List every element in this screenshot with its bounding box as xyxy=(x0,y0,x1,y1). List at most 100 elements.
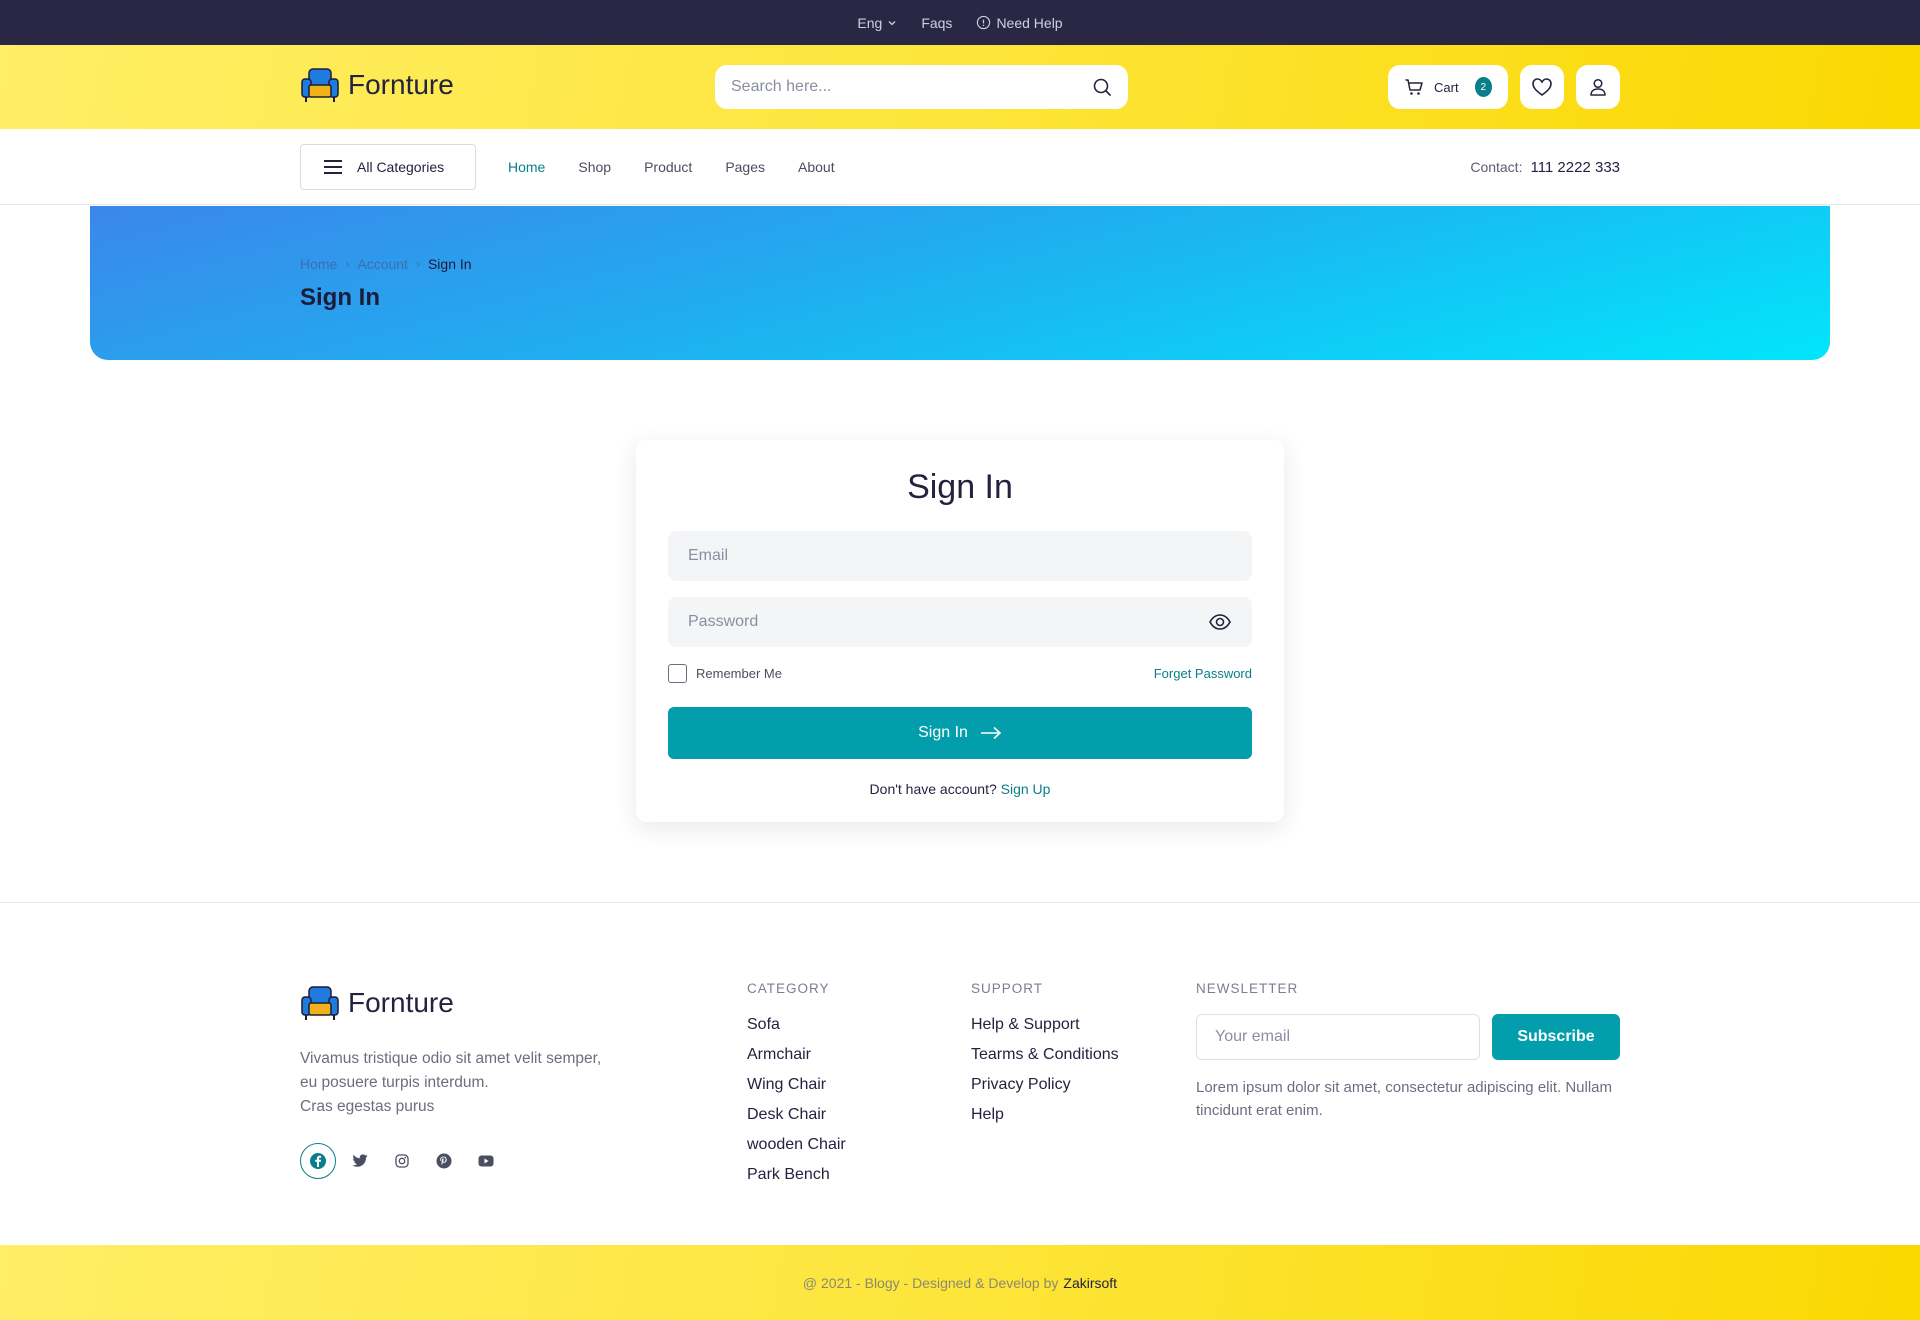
footer-support-title: SUPPORT xyxy=(971,981,1044,996)
eye-icon[interactable] xyxy=(1208,610,1232,634)
footer-support-link[interactable]: Help & Support xyxy=(971,1014,1119,1044)
newsletter-description: Lorem ipsum dolor sit amet, consectetur … xyxy=(1196,1079,1613,1119)
signin-card: Sign In Remember Me Forget Password Sign… xyxy=(636,440,1284,822)
footer-newsletter-column: NEWSLETTER Subscribe Lorem ipsum dolor s… xyxy=(1196,981,1626,1122)
breadcrumb-current: Sign In xyxy=(427,256,472,272)
chevron-down-icon xyxy=(887,18,897,28)
signin-button-label: Sign In xyxy=(918,724,968,741)
remember-me-label: Remember Me xyxy=(696,665,782,681)
heart-icon xyxy=(1531,76,1553,98)
footer-support-link[interactable]: Privacy Policy xyxy=(971,1074,1119,1104)
subscribe-button[interactable]: Subscribe xyxy=(1492,1014,1620,1060)
social-links xyxy=(300,1143,504,1179)
signup-prompt: Don't have account? Sign Up xyxy=(636,781,1284,797)
cart-button[interactable]: Cart 2 xyxy=(1388,65,1508,109)
footer-brand-logo[interactable]: Fornture xyxy=(300,983,454,1023)
contact-info: Contact: 111 2222 333 xyxy=(1470,129,1620,205)
wishlist-button[interactable] xyxy=(1520,65,1564,109)
signin-options: Remember Me Forget Password xyxy=(668,662,1252,684)
remember-me-checkbox[interactable] xyxy=(668,663,687,683)
signup-link[interactable]: Sign Up xyxy=(1001,781,1051,797)
footer-about-line: Vivamus tristique odio sit amet velit se… xyxy=(300,1050,602,1067)
hamburger-menu-icon xyxy=(323,159,343,175)
main-navigation: All Categories Home Shop Product Pages A… xyxy=(0,129,1920,205)
footer-category-column: CATEGORY Sofa Armchair Wing Chair Desk C… xyxy=(747,981,846,1194)
footer-category-link[interactable]: Desk Chair xyxy=(747,1104,846,1134)
nav-link-shop[interactable]: Shop xyxy=(578,159,611,175)
cart-icon xyxy=(1404,77,1424,97)
pinterest-icon[interactable] xyxy=(426,1143,462,1179)
footer-category-link[interactable]: Sofa xyxy=(747,1014,846,1044)
user-icon xyxy=(1588,77,1608,97)
search-bar xyxy=(715,65,1128,109)
password-field-wrapper xyxy=(668,597,1252,647)
footer: Fornture Vivamus tristique odio sit amet… xyxy=(0,902,1920,1245)
breadcrumb: Home › Account › Sign In xyxy=(300,256,472,272)
all-categories-button[interactable]: All Categories xyxy=(300,144,476,190)
instagram-icon[interactable] xyxy=(384,1143,420,1179)
copyright-text: @ 2021 - Blogy - Designed & Develop by xyxy=(802,1274,1059,1291)
cart-count-badge: 2 xyxy=(1474,77,1492,97)
footer-support-link[interactable]: Tearms & Conditions xyxy=(971,1044,1119,1074)
breadcrumb-home[interactable]: Home xyxy=(300,256,337,272)
chevron-right-icon: › xyxy=(345,257,350,271)
signin-button[interactable]: Sign In xyxy=(668,707,1252,759)
nav-link-product[interactable]: Product xyxy=(644,159,692,175)
remember-me[interactable]: Remember Me xyxy=(668,663,782,683)
footer-newsletter-title: NEWSLETTER xyxy=(1196,981,1299,996)
footer-about-line: Cras egestas purus xyxy=(300,1098,435,1115)
header: Fornture Cart 2 xyxy=(0,45,1920,129)
armchair-logo-icon xyxy=(300,983,340,1023)
twitter-icon[interactable] xyxy=(342,1143,378,1179)
author-link[interactable]: Zakirsoft xyxy=(1063,1275,1117,1291)
need-help-link[interactable]: Need Help xyxy=(976,14,1063,31)
email-field-wrapper xyxy=(668,531,1252,581)
faqs-label: Faqs xyxy=(921,14,953,31)
contact-label: Contact: xyxy=(1470,159,1523,175)
footer-category-link[interactable]: Park Bench xyxy=(747,1164,846,1194)
youtube-icon[interactable] xyxy=(468,1143,504,1179)
page-title: Sign In xyxy=(300,284,380,311)
footer-support-column: SUPPORT Help & Support Tearms & Conditio… xyxy=(971,981,1119,1134)
armchair-logo-icon xyxy=(300,65,340,105)
signin-title: Sign In xyxy=(907,468,1013,506)
arrow-right-icon xyxy=(980,726,1002,740)
need-help-label: Need Help xyxy=(996,14,1063,31)
newsletter-email-input[interactable] xyxy=(1196,1014,1480,1060)
nav-link-pages[interactable]: Pages xyxy=(725,159,765,175)
forget-password-link[interactable]: Forget Password xyxy=(1154,666,1252,681)
breadcrumb-account[interactable]: Account xyxy=(357,256,408,272)
footer-category-link[interactable]: Wing Chair xyxy=(747,1074,846,1104)
footer-about: Vivamus tristique odio sit amet velit se… xyxy=(300,1047,660,1119)
brand-logo[interactable]: Fornture xyxy=(300,65,454,105)
cart-label: Cart xyxy=(1434,79,1459,95)
account-button[interactable] xyxy=(1576,65,1620,109)
nav-menu: Home Shop Product Pages About xyxy=(508,129,835,205)
page-banner: Home › Account › Sign In Sign In xyxy=(90,206,1830,360)
footer-category-link[interactable]: Armchair xyxy=(747,1044,846,1074)
footer-brand-name: Fornture xyxy=(348,987,454,1018)
all-categories-label: All Categories xyxy=(357,159,445,175)
chevron-right-icon: › xyxy=(415,257,420,271)
contact-phone[interactable]: 111 2222 333 xyxy=(1530,159,1620,176)
facebook-icon[interactable] xyxy=(300,1143,336,1179)
footer-category-link[interactable]: wooden Chair xyxy=(747,1134,846,1164)
brand-name: Fornture xyxy=(348,69,454,100)
search-icon[interactable] xyxy=(1092,77,1112,97)
footer-category-title: CATEGORY xyxy=(747,981,830,996)
newsletter-form: Subscribe xyxy=(1196,1014,1626,1060)
email-field[interactable] xyxy=(688,547,1232,565)
info-icon xyxy=(976,15,991,30)
nav-link-about[interactable]: About xyxy=(798,159,835,175)
faqs-link[interactable]: Faqs xyxy=(921,15,952,31)
nav-link-home[interactable]: Home xyxy=(508,159,545,175)
search-input[interactable] xyxy=(731,78,1092,96)
no-account-text: Don't have account? xyxy=(869,781,997,797)
top-bar: Eng Faqs Need Help xyxy=(0,0,1920,45)
password-field[interactable] xyxy=(688,613,1208,631)
copyright-bar: @ 2021 - Blogy - Designed & Develop by Z… xyxy=(0,1245,1920,1320)
language-selector[interactable]: Eng xyxy=(857,15,897,31)
language-label: Eng xyxy=(857,14,883,31)
footer-support-link[interactable]: Help xyxy=(971,1104,1119,1134)
footer-about-line: eu posuere turpis interdum. xyxy=(300,1074,489,1091)
